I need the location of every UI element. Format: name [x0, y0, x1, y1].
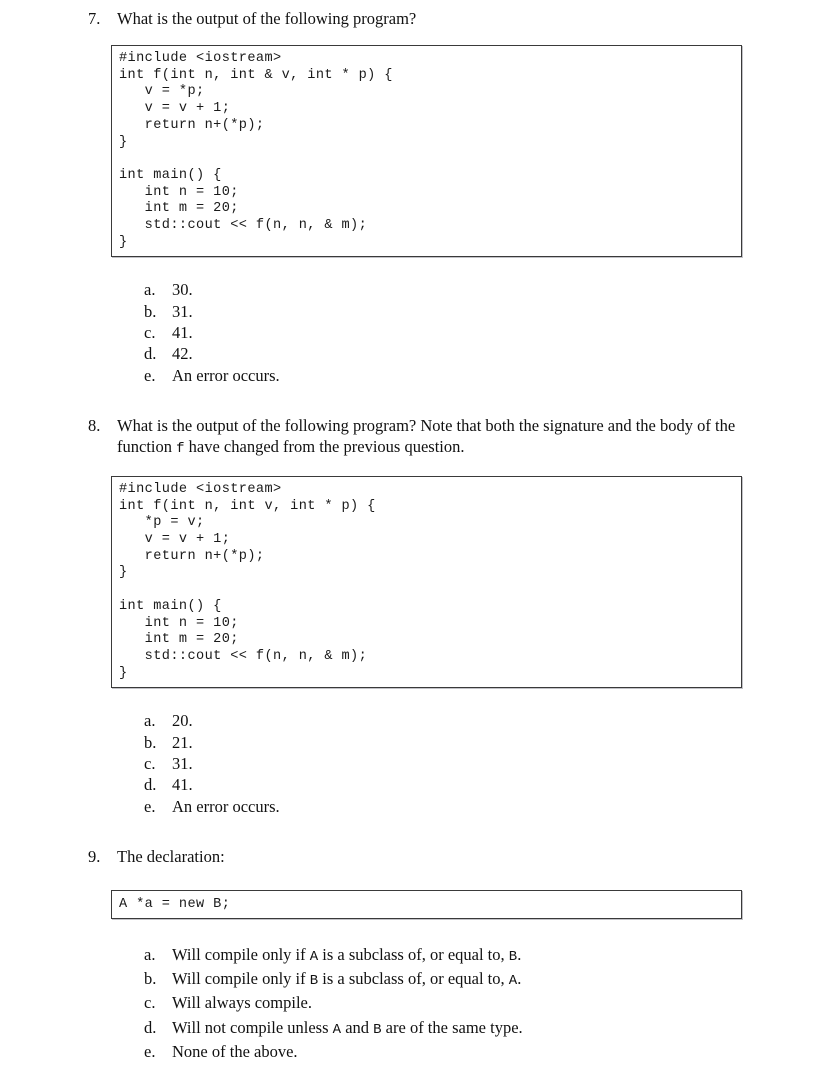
- option-text-part1: None of the above.: [172, 1042, 298, 1062]
- option-text: An error occurs.: [172, 796, 280, 816]
- question-8-option-c[interactable]: c. 31.: [0, 753, 825, 774]
- question-8-number: 8.: [88, 415, 101, 435]
- option-marker: c.: [144, 993, 156, 1013]
- question-9-option-e[interactable]: e. None of the above.: [0, 1041, 825, 1065]
- option-text-part1: Will not compile unless: [172, 1017, 333, 1037]
- question-7-options: a. 30. b. 31. c. 41. d. 42. e. An error …: [0, 279, 825, 385]
- question-7: 7. What is the output of the following p…: [0, 8, 825, 29]
- question-8-code-block: #include <iostream> int f(int n, int v, …: [111, 475, 742, 689]
- option-marker: d.: [144, 1017, 157, 1037]
- question-7-code: #include <iostream> int f(int n, int & v…: [119, 51, 393, 250]
- option-marker: b.: [144, 732, 157, 752]
- question-8-option-e[interactable]: e. An error occurs.: [0, 796, 825, 817]
- question-7-text: What is the output of the following prog…: [117, 9, 417, 28]
- option-text-part1: Will always compile.: [172, 993, 313, 1013]
- option-marker: a.: [144, 280, 156, 300]
- option-marker: e.: [144, 1042, 156, 1062]
- option-text-mono1: B: [309, 973, 319, 990]
- question-7-option-c[interactable]: c. 41.: [0, 322, 825, 343]
- option-text: 41.: [172, 323, 193, 343]
- question-8: 8. What is the output of the following p…: [0, 415, 825, 460]
- question-9-option-d[interactable]: d. Will not compile unless A and B are of…: [0, 1017, 825, 1041]
- option-text-part1: Will compile only if: [172, 969, 310, 989]
- question-9-option-a[interactable]: a. Will compile only if A is a subclass o…: [0, 944, 825, 968]
- question-9-code-block: A *a = new B;: [111, 889, 742, 919]
- option-marker: b.: [144, 301, 157, 321]
- option-text: 31.: [172, 301, 193, 321]
- question-7-option-a[interactable]: a. 30.: [0, 279, 825, 300]
- question-9-option-c[interactable]: c. Will always compile.: [0, 992, 825, 1016]
- question-9-number: 9.: [88, 846, 101, 866]
- option-text: 21.: [172, 732, 193, 752]
- option-text-part2: and: [341, 1017, 374, 1037]
- option-marker: d.: [144, 344, 157, 364]
- question-7-code-block: #include <iostream> int f(int n, int & v…: [111, 45, 742, 258]
- option-text: 42.: [172, 344, 193, 364]
- question-7-option-d[interactable]: d. 42.: [0, 343, 825, 364]
- question-8-option-d[interactable]: d. 41.: [0, 774, 825, 795]
- option-marker: d.: [144, 775, 157, 795]
- option-text-part3: .: [517, 944, 522, 964]
- option-marker: e.: [144, 365, 156, 385]
- question-7-number: 7.: [88, 9, 101, 28]
- question-8-text: What is the output of the following prog…: [117, 416, 735, 457]
- option-marker: a.: [144, 711, 156, 731]
- question-9-text: The declaration:: [117, 846, 225, 866]
- option-text-part3: are of the same type.: [381, 1017, 523, 1037]
- option-text-part3: .: [517, 969, 522, 989]
- question-7-option-b[interactable]: b. 31.: [0, 301, 825, 322]
- option-text-mono2: B: [373, 1021, 382, 1038]
- question-9-code: A *a = new B;: [119, 896, 231, 912]
- option-text-mono2: A: [508, 973, 518, 990]
- option-text-part2: is a subclass of, or equal to,: [318, 969, 509, 989]
- option-text: 41.: [172, 775, 193, 795]
- question-8-option-a[interactable]: a. 20.: [0, 710, 825, 731]
- option-text-part1: Will compile only if: [172, 944, 310, 964]
- question-8-code: #include <iostream> int f(int n, int v, …: [119, 481, 376, 681]
- option-marker: e.: [144, 796, 156, 816]
- question-8-options: a. 20. b. 21. c. 31. d. 41. e. An error …: [0, 710, 825, 816]
- question-9: 9. The declaration:: [0, 846, 825, 867]
- option-text-part2: is a subclass of, or equal to,: [318, 944, 509, 964]
- option-text-mono1: A: [332, 1021, 342, 1038]
- option-text: 30.: [172, 280, 193, 300]
- option-text: 20.: [172, 711, 193, 731]
- question-8-text-mono: f: [176, 440, 185, 457]
- question-8-text-part2: have changed from the previous question.: [184, 436, 465, 456]
- document-page: 7. What is the output of the following p…: [0, 0, 825, 1061]
- option-text-mono2: B: [508, 948, 518, 965]
- question-9-option-b[interactable]: b. Will compile only if B is a subclass o…: [0, 968, 825, 992]
- option-marker: c.: [144, 753, 156, 773]
- question-7-option-e[interactable]: e. An error occurs.: [0, 365, 825, 386]
- option-marker: c.: [144, 323, 156, 343]
- option-text-mono1: A: [309, 948, 319, 965]
- question-9-options: a. Will compile only if A is a subclass o…: [0, 944, 825, 1065]
- option-text: 31.: [172, 753, 193, 773]
- question-8-option-b[interactable]: b. 21.: [0, 732, 825, 753]
- option-text: An error occurs.: [172, 365, 280, 385]
- option-marker: a.: [144, 944, 156, 964]
- option-marker: b.: [144, 969, 157, 989]
